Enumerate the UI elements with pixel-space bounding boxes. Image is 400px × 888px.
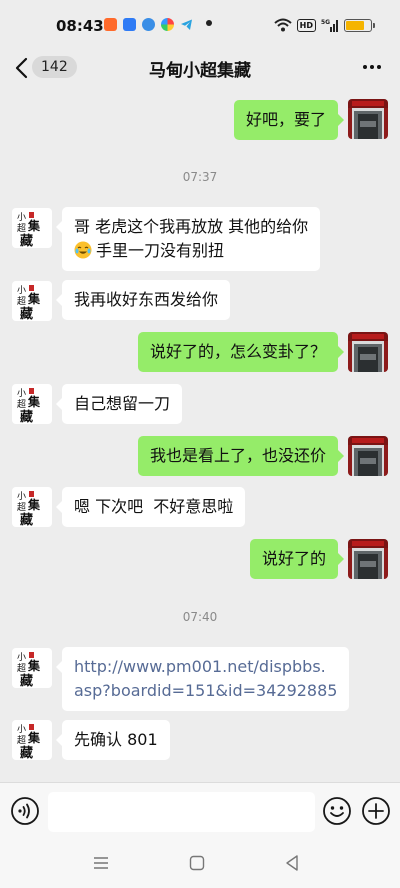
app-notification-icon — [161, 18, 174, 31]
message-bubble-incoming[interactable]: 我再收好东西发给你 — [55, 280, 231, 320]
crying-laughing-emoji-icon — [74, 241, 92, 259]
contact-avatar[interactable]: 小超集藏 — [12, 648, 52, 688]
my-avatar[interactable] — [348, 539, 388, 579]
svg-text:集: 集 — [27, 291, 41, 306]
message-bubble-incoming[interactable]: 哥 老虎这个我再放放 其他的给你 手里一刀没有别扭 — [55, 207, 321, 271]
wifi-icon — [273, 18, 292, 32]
svg-text:集: 集 — [27, 497, 41, 512]
timestamp: 07:37 — [182, 170, 218, 184]
message-bubble-link: http://www.pm001.net/dispbbs. asp?boardi… — [55, 647, 350, 711]
svg-text:超: 超 — [17, 295, 26, 307]
svg-text:藏: 藏 — [20, 512, 33, 527]
svg-text:超: 超 — [17, 662, 26, 674]
hd-badge: HD — [296, 18, 316, 32]
message-bubble-incoming[interactable]: 先确认 801 — [56, 720, 170, 760]
contact-avatar[interactable]: 小超集藏 — [12, 384, 52, 424]
contact-avatar[interactable]: 小超集藏 — [12, 208, 52, 248]
plus-icon[interactable] — [361, 796, 391, 826]
my-avatar[interactable] — [348, 436, 388, 476]
telegram-icon — [181, 19, 192, 30]
chat-input-bar — [0, 782, 400, 841]
message-bubble-incoming[interactable]: 自己想留一刀 — [55, 384, 183, 424]
app-notification-icon — [123, 18, 136, 31]
battery-icon — [344, 18, 375, 32]
svg-text:小: 小 — [17, 491, 26, 502]
contact-avatar[interactable]: 小超集藏 — [12, 281, 52, 321]
svg-text:集: 集 — [27, 218, 41, 233]
network-type: 5G — [321, 19, 330, 26]
chat-header: 142 马甸小超集藏 — [0, 48, 400, 88]
triangle-back-icon[interactable] — [284, 854, 300, 872]
svg-text:藏: 藏 — [20, 233, 33, 248]
app-notification-icon — [104, 18, 117, 31]
more-dots-icon[interactable] — [362, 62, 382, 72]
status-time: 08:43 — [56, 17, 104, 35]
message-line: 手里一刀没有别扭 — [74, 239, 308, 263]
svg-text:超: 超 — [17, 501, 26, 513]
signal-icon: 5G — [321, 19, 338, 32]
emoji-icon[interactable] — [322, 796, 352, 826]
voice-icon[interactable] — [10, 796, 40, 826]
more-notifications-dot — [206, 20, 212, 26]
svg-text:超: 超 — [17, 222, 26, 234]
contact-avatar[interactable]: 小超集藏 — [12, 720, 52, 760]
svg-text:藏: 藏 — [20, 673, 33, 688]
svg-text:集: 集 — [27, 658, 41, 673]
message-text: 手里一刀没有别扭 — [96, 241, 225, 260]
svg-text:小: 小 — [17, 388, 26, 399]
contact-avatar[interactable]: 小超集藏 — [12, 487, 52, 527]
message-bubble-outgoing[interactable]: 说好了的 — [249, 539, 345, 579]
timestamp: 07:40 — [182, 610, 218, 624]
my-avatar[interactable] — [348, 99, 388, 139]
svg-text:集: 集 — [27, 730, 41, 745]
svg-text:小: 小 — [17, 212, 26, 223]
svg-text:小: 小 — [17, 285, 26, 296]
svg-text:小: 小 — [17, 724, 26, 735]
svg-text:超: 超 — [17, 398, 26, 410]
menu-icon[interactable] — [92, 855, 110, 871]
svg-text:藏: 藏 — [20, 745, 33, 760]
chat-title: 马甸小超集藏 — [149, 61, 251, 81]
home-icon[interactable] — [189, 855, 205, 871]
message-link[interactable]: http://www.pm001.net/dispbbs. — [74, 655, 337, 679]
system-navigation-bar — [0, 840, 400, 888]
message-link[interactable]: asp?boardid=151&id=34292885 — [74, 679, 337, 703]
my-avatar[interactable] — [348, 332, 388, 372]
svg-text:小: 小 — [17, 652, 26, 663]
svg-text:超: 超 — [17, 734, 26, 746]
message-line: 哥 老虎这个我再放放 其他的给你 — [74, 217, 309, 236]
svg-text:藏: 藏 — [20, 306, 33, 321]
message-bubble-outgoing[interactable]: 好吧，要了 — [233, 100, 345, 140]
svg-text:集: 集 — [27, 394, 41, 409]
message-bubble-outgoing[interactable]: 我也是看上了，也没还价 — [137, 436, 345, 476]
svg-text:藏: 藏 — [20, 409, 33, 424]
message-bubble-outgoing[interactable]: 说好了的，怎么变卦了？ — [137, 332, 345, 372]
app-notification-icon — [142, 18, 155, 31]
message-input[interactable] — [48, 792, 315, 832]
status-bar: 08:43 HD 5G — [0, 0, 400, 48]
message-bubble-incoming[interactable]: 嗯 下次吧 不好意思啦 — [55, 487, 246, 527]
